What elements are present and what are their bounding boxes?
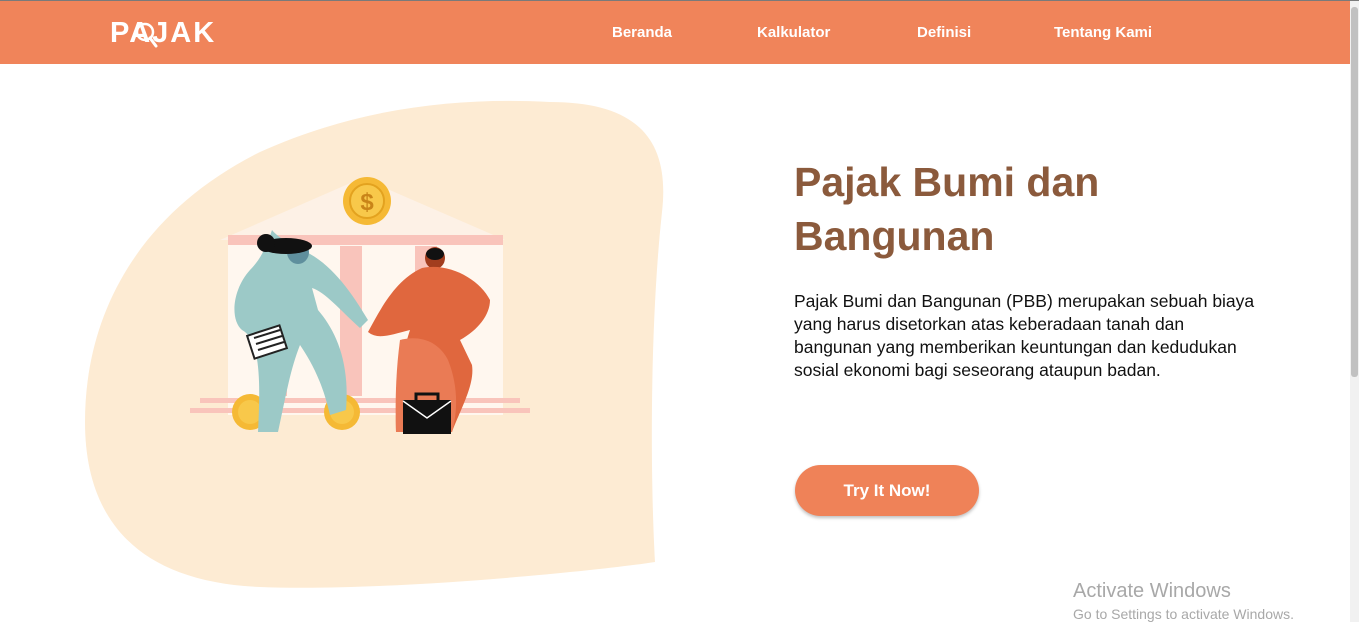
nav-link-beranda[interactable]: Beranda (612, 24, 672, 41)
briefcase-icon (402, 392, 452, 434)
vertical-scrollbar[interactable] (1350, 1, 1359, 622)
hero-description: Pajak Bumi dan Bangunan (PBB) merupakan … (794, 291, 1255, 380)
try-it-now-button[interactable]: Try It Now! (795, 465, 979, 516)
nav-link-definisi[interactable]: Definisi (917, 24, 971, 41)
activate-windows-title: Activate Windows (1073, 580, 1231, 602)
pajak-logo[interactable]: PAJAK (110, 13, 220, 53)
nav-link-kalkulator[interactable]: Kalkulator (757, 24, 830, 41)
nav-link-tentang-kami[interactable]: Tentang Kami (1054, 24, 1152, 41)
logo-text: PAJAK (110, 17, 216, 49)
svg-text:$: $ (360, 189, 374, 216)
navbar: PAJAK Beranda Kalkulator Definisi Tentan… (0, 1, 1350, 64)
activate-windows-subtitle: Go to Settings to activate Windows. (1073, 606, 1294, 622)
page: PAJAK Beranda Kalkulator Definisi Tentan… (0, 0, 1359, 622)
scrollbar-thumb[interactable] (1351, 7, 1358, 377)
hero-title: Pajak Bumi dan Bangunan (794, 159, 1100, 259)
hero-illustration: $ (190, 177, 535, 434)
